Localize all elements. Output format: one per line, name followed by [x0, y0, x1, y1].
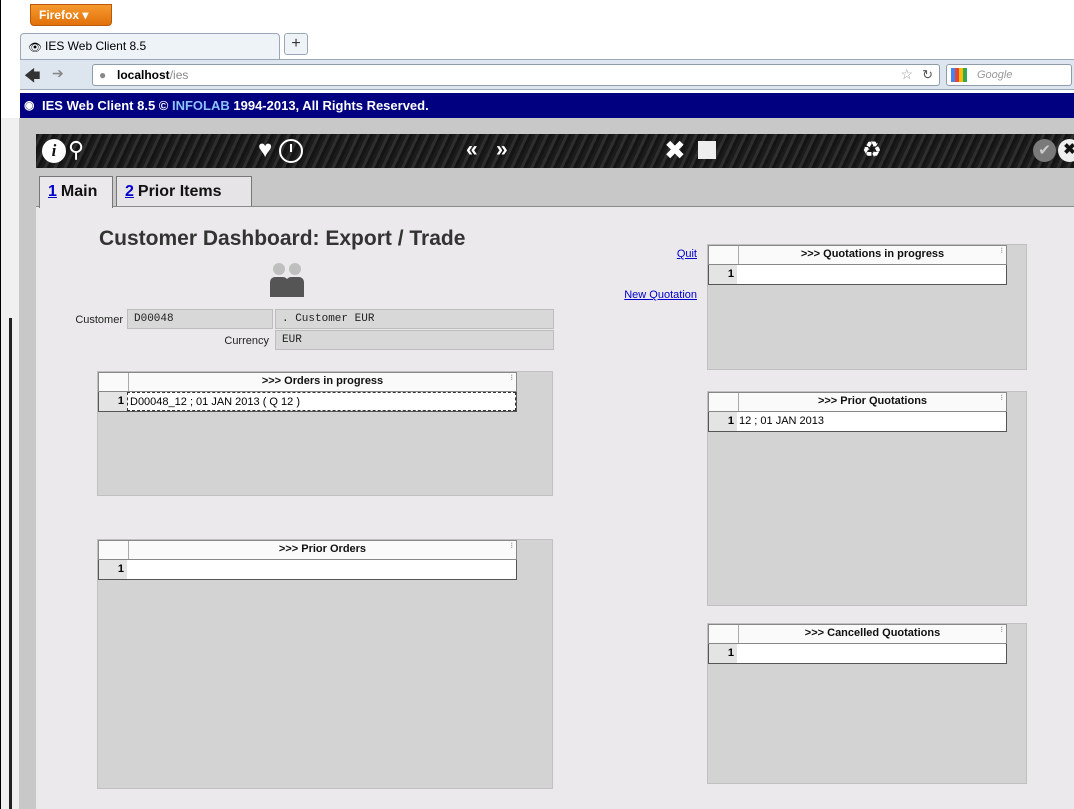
app-title-prefix: IES Web Client 8.5 © [42, 98, 172, 113]
row-number: 1 [99, 560, 127, 579]
customer-people-icon [268, 263, 308, 299]
search-bar[interactable]: Google [946, 64, 1072, 86]
stop-icon[interactable] [698, 141, 716, 159]
tab-prior-items-label: Prior Items [137, 183, 222, 200]
grid-header: >>> Cancelled Quotations ⁝ [708, 624, 1007, 644]
quotation-cell[interactable] [737, 265, 1006, 284]
tab-main-number: 1 [48, 183, 57, 200]
grid-title: >>> Cancelled Quotations [804, 627, 941, 639]
row-number: 1 [709, 265, 737, 284]
tab-main[interactable]: 1 Main [39, 176, 113, 208]
url-host: localhost [117, 68, 170, 82]
reload-icon[interactable]: ↻ [922, 67, 933, 83]
eye-icon: ◉ [24, 98, 35, 112]
table-row[interactable]: 1 12 ; 01 JAN 2013 [708, 412, 1007, 432]
grid-title: >>> Orders in progress [261, 375, 384, 387]
grid-header: >>> Prior Orders ⁝ [98, 540, 517, 560]
window-left-edge [0, 118, 19, 809]
tools-icon[interactable]: ✖ [664, 136, 686, 164]
table-row[interactable]: 1 [708, 265, 1007, 285]
forward-arrow-icon[interactable]: ➔ [52, 65, 64, 82]
order-cell[interactable] [127, 560, 516, 579]
currency-label: Currency [224, 335, 269, 347]
row-number: 1 [709, 412, 737, 431]
row-number: 1 [709, 644, 737, 663]
confirm-icon[interactable]: ✔ [1033, 139, 1056, 162]
browser-chrome: Firefox ▾ 👁 IES Web Client 8.5 + 🡄 ➔ ● l… [0, 0, 1074, 118]
customer-name-field: . Customer EUR [275, 309, 554, 329]
browser-tab[interactable]: 👁 IES Web Client 8.5 [20, 33, 280, 59]
app-title-bar: ◉ IES Web Client 8.5 © INFOLAB 1994-2013… [20, 93, 1074, 118]
app-title-suffix: 1994-2013, All Rights Reserved. [229, 98, 429, 113]
navigation-bar: 🡄 ➔ ● localhost/ies ☆ ↻ Google [20, 59, 1074, 90]
currency-field: EUR [275, 330, 554, 350]
browser-tab-title: IES Web Client 8.5 [45, 39, 147, 53]
tab-main-label: Main [60, 183, 98, 200]
grid-header: >>> Quotations in progress ⁝ [708, 245, 1007, 265]
cancelled-quotations-grid: >>> Cancelled Quotations ⁝ 1 [707, 623, 1027, 784]
table-row[interactable]: 1 D00048_12 ; 01 JAN 2013 ( Q 12 ) [98, 392, 517, 412]
new-tab-button[interactable]: + [284, 33, 308, 55]
grid-title: >>> Quotations in progress [800, 248, 945, 260]
prior-quotations-grid: >>> Prior Quotations ⁝ 1 12 ; 01 JAN 201… [707, 391, 1027, 606]
page-title: Customer Dashboard: Export / Trade [99, 227, 466, 250]
recycle-icon[interactable]: ♻ [862, 136, 882, 164]
new-quotation-link[interactable]: New Quotation [599, 289, 697, 301]
customer-code-field[interactable]: D00048 [127, 309, 273, 329]
grid-header: >>> Prior Quotations ⁝ [708, 392, 1007, 412]
prior-orders-grid: >>> Prior Orders ⁝ 1 [97, 539, 553, 789]
customer-label: Customer [75, 314, 123, 326]
search-icon[interactable]: ⚲ [68, 136, 84, 164]
main-toolbar: i ⚲ ♥ « » ✖ ♻ ✔ ✖ [36, 134, 1074, 168]
previous-icon[interactable]: « [466, 136, 478, 164]
quotation-cell[interactable] [737, 644, 1006, 663]
row-number: 1 [99, 392, 127, 411]
eye-icon: 👁 [28, 42, 42, 54]
grid-title: >>> Prior Orders [278, 543, 367, 555]
quotations-in-progress-grid: >>> Quotations in progress ⁝ 1 [707, 244, 1027, 370]
url-path: /ies [169, 68, 189, 82]
url-bar[interactable]: ● localhost/ies ☆ ↻ [92, 64, 940, 86]
grid-header: >>> Orders in progress ⁝ [98, 372, 517, 392]
quit-link[interactable]: Quit [629, 248, 697, 260]
heart-icon[interactable]: ♥ [258, 136, 272, 164]
app-area: i ⚲ ♥ « » ✖ ♻ ✔ ✖ 1 Main 2 Prior Items Cus… [19, 118, 1074, 809]
table-row[interactable]: 1 [708, 644, 1007, 664]
next-icon[interactable]: » [496, 136, 508, 164]
tab-prior-items-number: 2 [125, 183, 134, 200]
grid-title: >>> Prior Quotations [817, 395, 928, 407]
google-icon[interactable] [951, 68, 967, 82]
info-icon[interactable]: i [42, 139, 66, 163]
app-title-company: INFOLAB [171, 98, 230, 113]
quotation-cell[interactable]: 12 ; 01 JAN 2013 [737, 412, 1006, 431]
back-arrow-icon[interactable]: 🡄 [24, 65, 41, 92]
bookmark-star-icon[interactable]: ☆ [900, 66, 913, 83]
order-cell[interactable]: D00048_12 ; 01 JAN 2013 ( Q 12 ) [127, 392, 516, 411]
close-icon[interactable]: ✖ [1058, 139, 1074, 162]
orders-in-progress-grid: >>> Orders in progress ⁝ 1 D00048_12 ; 0… [97, 371, 553, 496]
firefox-menu-button[interactable]: Firefox ▾ [30, 4, 112, 26]
clock-icon[interactable] [279, 139, 303, 163]
globe-icon: ● [99, 68, 107, 82]
search-placeholder: Google [977, 69, 1013, 81]
table-row[interactable]: 1 [98, 560, 517, 580]
tab-prior-items[interactable]: 2 Prior Items [116, 176, 252, 207]
